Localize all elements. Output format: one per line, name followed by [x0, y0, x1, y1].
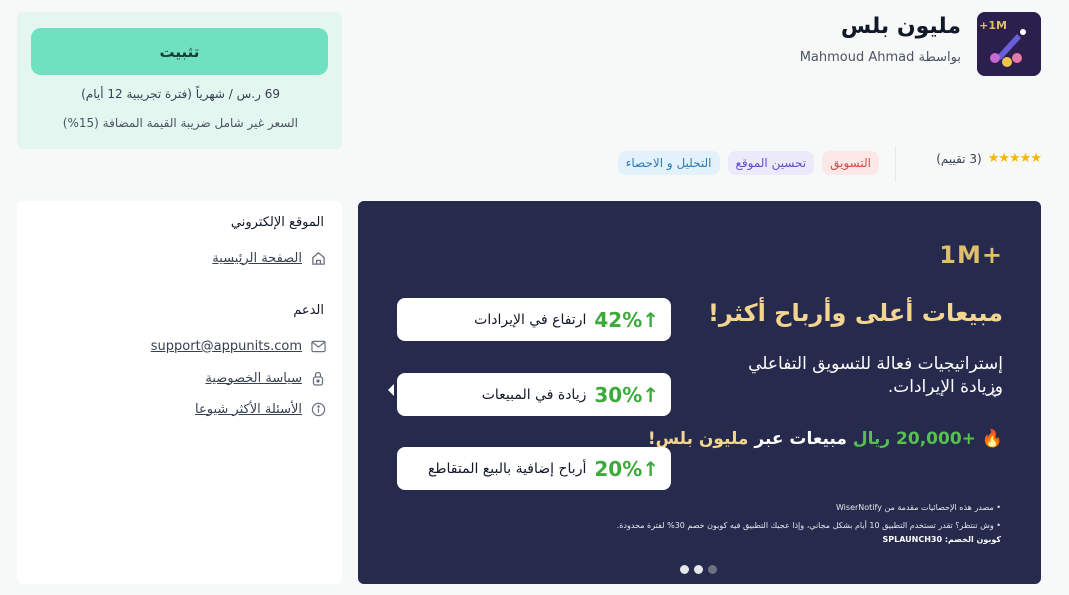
- home-icon: [310, 250, 326, 266]
- banner-headline: مبيعات أعلى وأرباح أكثر!: [707, 299, 1003, 327]
- rating-count: (3 تقييم): [936, 151, 982, 166]
- info-icon: [310, 401, 326, 417]
- stat-value-text: 30%: [594, 382, 643, 407]
- tag-site-optimization[interactable]: تحسين الموقع: [727, 151, 815, 175]
- banner-note-source: • مصدر هذه الإحصائيات مقدمة من WiserNoti…: [835, 503, 1001, 512]
- carousel-dots: [680, 565, 717, 574]
- support-section-title: الدعم: [293, 303, 324, 318]
- faq-link[interactable]: الأسئلة الأكثر شيوعا: [195, 401, 326, 417]
- rating: ★★★★★ (3 تقييم): [936, 151, 1042, 166]
- app-author: بواسطة Mahmoud Ahmad: [799, 50, 961, 65]
- install-card: تثبيت 69 ر.س / شهرياً (فترة تجريبية 12 أ…: [17, 12, 342, 149]
- price-text: 69 ر.س / شهرياً (فترة تجريبية 12 أيام): [81, 87, 280, 101]
- stat-pointer-icon: [388, 384, 394, 396]
- stat-label: ارتفاع في الإيرادات: [474, 311, 587, 328]
- mail-icon: [310, 338, 326, 354]
- stat-value: ↑42%: [594, 308, 659, 332]
- links-card: الموقع الإلكتروني الصفحة الرئيسية الدعم …: [17, 201, 342, 584]
- support-email[interactable]: support@appunits.com: [151, 339, 302, 354]
- privacy-link[interactable]: سياسة الخصوصية: [205, 370, 326, 386]
- home-link[interactable]: الصفحة الرئيسية: [212, 250, 326, 266]
- stat-value-text: 20%: [594, 456, 643, 481]
- banner-paragraph: إستراتيجيات فعالة للتسويق التفاعلي وزياد…: [748, 354, 1003, 397]
- carousel-dot[interactable]: [694, 565, 703, 574]
- stat-card: ↑42% ارتفاع في الإيرادات: [397, 298, 671, 341]
- sales-brand: مليون بلس!: [647, 429, 749, 449]
- install-button[interactable]: تثبيت: [31, 28, 328, 75]
- arrow-up-icon: ↑: [642, 307, 659, 332]
- app-icon-text: 1M+: [979, 19, 1007, 32]
- faq-link-label[interactable]: الأسئلة الأكثر شيوعا: [195, 402, 302, 417]
- banner-logo: 1M+: [939, 241, 1003, 269]
- stat-value: ↑20%: [594, 457, 659, 481]
- banner-sales-line: 🔥 +20,000 ريال مبيعات عبر مليون بلس!: [648, 429, 1003, 449]
- carousel-dot-active[interactable]: [708, 565, 717, 574]
- fire-icon: 🔥: [981, 429, 1003, 449]
- arrow-up-icon: ↑: [642, 456, 659, 481]
- banner-note-coupon: كوبون الخصم: SPLAUNCH30: [882, 535, 1001, 544]
- stat-value-text: 42%: [594, 307, 643, 332]
- stat-card: ↑20% أرباح إضافية بالبيع المتقاطع: [397, 447, 671, 490]
- carousel-next-icon[interactable]: ›: [990, 383, 997, 404]
- tag-marketing[interactable]: التسويق: [822, 151, 879, 175]
- divider: [895, 146, 896, 182]
- home-link-label[interactable]: الصفحة الرئيسية: [212, 251, 302, 266]
- rating-stars-icon: ★★★★★: [987, 151, 1042, 166]
- app-icon: 1M+: [977, 12, 1041, 76]
- lock-icon: [310, 370, 326, 386]
- stat-value: ↑30%: [594, 383, 659, 407]
- stat-label: زيادة في المبيعات: [481, 386, 587, 403]
- website-section-title: الموقع الإلكتروني: [230, 215, 324, 230]
- banner-note-trial: • وش تنتظر؟ تقدر تستخدم التطبيق 10 أيام …: [616, 521, 1001, 530]
- stat-card: ↑30% زيادة في المبيعات: [397, 373, 671, 416]
- category-tags: التسويق تحسين الموقع التحليل و الاحصاء: [617, 151, 879, 175]
- promo-banner: 1M+ مبيعات أعلى وأرباح أكثر! إستراتيجيات…: [358, 201, 1041, 584]
- app-title: مليون بلس: [840, 14, 961, 39]
- privacy-link-label[interactable]: سياسة الخصوصية: [205, 371, 302, 386]
- arrow-up-icon: ↑: [642, 382, 659, 407]
- vat-note: السعر غير شامل ضريبة القيمة المضافة (15%…: [62, 116, 298, 130]
- sales-number: +20,000 ريال: [852, 429, 976, 449]
- stat-label: أرباح إضافية بالبيع المتقاطع: [427, 460, 587, 477]
- sales-text: مبيعات عبر: [754, 429, 847, 449]
- carousel-dot[interactable]: [680, 565, 689, 574]
- support-email-link[interactable]: support@appunits.com: [151, 338, 326, 354]
- tag-analytics[interactable]: التحليل و الاحصاء: [617, 151, 720, 175]
